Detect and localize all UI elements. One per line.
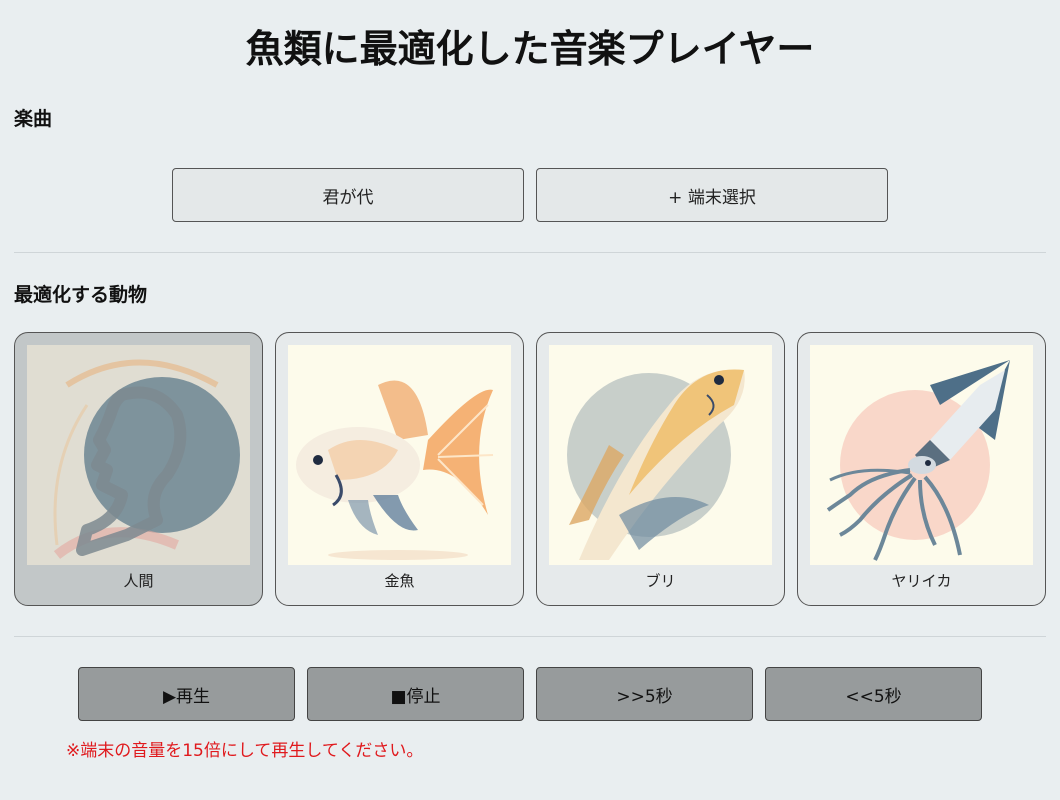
animal-label: ブリ bbox=[645, 572, 676, 590]
animal-label: 金魚 bbox=[384, 572, 415, 590]
squid-icon bbox=[810, 345, 1033, 565]
yellowtail-fish-icon bbox=[549, 345, 772, 565]
select-from-device-button[interactable]: + 端末選択 bbox=[536, 168, 888, 222]
skip-forward-button[interactable]: >>5秒 bbox=[536, 667, 753, 721]
songs-heading: 楽曲 bbox=[14, 108, 53, 130]
divider bbox=[14, 636, 1046, 637]
stop-button[interactable]: ■停止 bbox=[307, 667, 524, 721]
song-button-kimigayo[interactable]: 君が代 bbox=[172, 168, 524, 222]
goldfish-icon bbox=[288, 345, 511, 565]
skip-back-button[interactable]: <<5秒 bbox=[765, 667, 982, 721]
animal-label: ヤリイカ bbox=[891, 572, 952, 590]
animal-card-squid[interactable]: ヤリイカ bbox=[797, 332, 1046, 606]
play-button[interactable]: ▶再生 bbox=[78, 667, 295, 721]
animal-card-human[interactable]: 人間 bbox=[14, 332, 263, 606]
page-title: 魚類に最適化した音楽プレイヤー bbox=[245, 27, 815, 71]
animal-card-buri[interactable]: ブリ bbox=[536, 332, 785, 606]
animal-label: 人間 bbox=[123, 572, 154, 590]
volume-warning-note: ※端末の音量を15倍にして再生してください。 bbox=[66, 741, 424, 761]
animals-heading: 最適化する動物 bbox=[14, 284, 148, 306]
human-head-icon bbox=[27, 345, 250, 565]
animal-card-goldfish[interactable]: 金魚 bbox=[275, 332, 524, 606]
divider bbox=[14, 252, 1046, 253]
